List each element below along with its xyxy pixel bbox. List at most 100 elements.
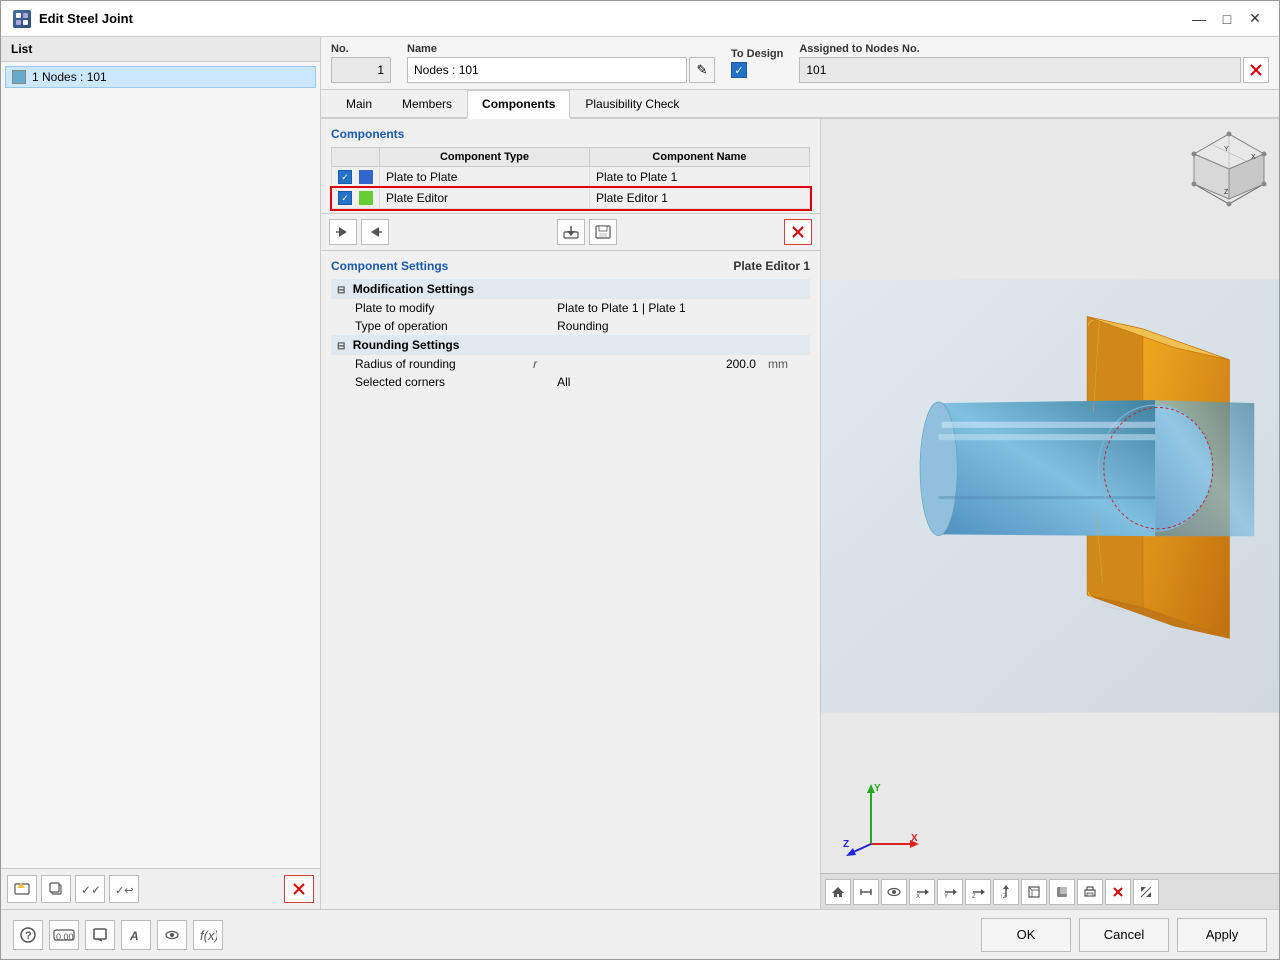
assigned-clear-button[interactable] <box>1243 57 1269 83</box>
no-label: No. <box>331 43 391 55</box>
assigned-group: Assigned to Nodes No. <box>799 43 1269 83</box>
delete-left-button[interactable] <box>284 875 314 903</box>
svg-text:Z: Z <box>843 839 849 850</box>
to-design-checkbox[interactable]: ✓ <box>731 62 747 78</box>
svg-text:?: ? <box>25 930 32 942</box>
ok-button[interactable]: OK <box>981 918 1071 952</box>
vp-z-arrow-button[interactable]: Z <box>965 879 991 905</box>
bottom-left-buttons: ? 0.00 A f(x) <box>13 920 223 950</box>
navigation-cube[interactable]: Y X Z <box>1189 129 1269 209</box>
col-check <box>332 148 380 167</box>
name-field-group: Name ✎ <box>407 43 715 83</box>
check-back-button[interactable]: ✓↩ <box>109 875 139 903</box>
settings-section: Component Settings Plate Editor 1 ⊟ Modi… <box>321 251 820 909</box>
list-item-color <box>12 70 26 84</box>
value-format-button[interactable]: 0.00 <box>49 920 79 950</box>
tab-members[interactable]: Members <box>387 90 467 119</box>
components-toolbar <box>321 214 820 251</box>
center-panel: Components Component Type Component Name <box>321 119 821 909</box>
tab-plausibility[interactable]: Plausibility Check <box>570 90 694 119</box>
vp-expand-button[interactable] <box>1133 879 1159 905</box>
radius-symbol: r <box>527 355 551 373</box>
main-window: Edit Steel Joint — □ ✕ List 1 Nodes : 10… <box>0 0 1280 960</box>
radius-unit: mm <box>762 355 810 373</box>
maximize-button[interactable]: □ <box>1215 7 1239 31</box>
svg-text:✓✓: ✓✓ <box>81 883 99 897</box>
to-design-group: To Design ✓ <box>731 48 783 78</box>
components-title: Components <box>331 127 810 141</box>
add-button[interactable] <box>7 875 37 903</box>
title-bar: Edit Steel Joint — □ ✕ <box>1 1 1279 37</box>
no-input[interactable] <box>331 57 391 83</box>
delete-component-button[interactable] <box>784 219 812 245</box>
no-field-group: No. <box>331 43 391 83</box>
check-all-button[interactable]: ✓✓ <box>75 875 105 903</box>
viewport[interactable]: Y X Z <box>821 119 1279 909</box>
name-with-btn: ✎ <box>407 57 715 83</box>
cancel-button[interactable]: Cancel <box>1079 918 1169 952</box>
settings-group-2: ⊟ Rounding Settings <box>331 335 810 355</box>
collapse-icon-2[interactable]: ⊟ <box>337 341 345 352</box>
list-item[interactable]: 1 Nodes : 101 <box>5 66 316 88</box>
component-row-1[interactable]: ✓ Plate to Plate Plate to Plate 1 <box>332 167 810 188</box>
plate-modify-unit <box>762 299 810 317</box>
move-down-button[interactable] <box>361 219 389 245</box>
vp-arrow-right-button[interactable]: X <box>909 879 935 905</box>
component-row-2[interactable]: ✓ Plate Editor Plate Editor 1 <box>332 188 810 209</box>
move-up-button[interactable] <box>329 219 357 245</box>
svg-text:A: A <box>129 929 139 943</box>
operation-unit <box>762 317 810 335</box>
title-controls: — □ ✕ <box>1187 7 1267 31</box>
vp-print-button[interactable] <box>1077 879 1103 905</box>
name-input[interactable] <box>407 57 687 83</box>
list-area: 1 Nodes : 101 <box>1 62 320 868</box>
vp-home-button[interactable] <box>825 879 851 905</box>
svg-text:✓↩: ✓↩ <box>115 885 133 897</box>
settings-row-corners: Selected corners All <box>331 373 810 391</box>
assigned-input[interactable] <box>799 57 1241 83</box>
apply-button[interactable]: Apply <box>1177 918 1267 952</box>
collapse-icon-1[interactable]: ⊟ <box>337 285 345 296</box>
save-component-button[interactable] <box>589 219 617 245</box>
assigned-row <box>799 57 1269 83</box>
cube-nav-svg: Y X Z <box>1189 129 1269 209</box>
list-item-text: 1 Nodes : 101 <box>32 70 107 84</box>
close-button[interactable]: ✕ <box>1243 7 1267 31</box>
tab-main[interactable]: Main <box>331 90 387 119</box>
vp-upz-button[interactable]: ↑Z <box>993 879 1019 905</box>
minimize-button[interactable]: — <box>1187 7 1211 31</box>
assigned-label: Assigned to Nodes No. <box>799 43 1269 55</box>
help-button[interactable]: ? <box>13 920 43 950</box>
comp-name-2: Plate Editor 1 <box>589 188 809 209</box>
axes-svg: Y X Z <box>841 779 921 859</box>
comp-checkbox-2[interactable]: ✓ <box>338 191 352 205</box>
tab-components[interactable]: Components <box>467 90 570 119</box>
comp-check-2: ✓ <box>332 188 380 209</box>
main-content: List 1 Nodes : 101 ✓✓ ✓↩ <box>1 37 1279 909</box>
settings-subtitle: Plate Editor 1 <box>733 259 810 273</box>
plate-modify-value: Plate to Plate 1 | Plate 1 <box>551 299 762 317</box>
name-edit-button[interactable]: ✎ <box>689 57 715 83</box>
vp-y-arrow-button[interactable]: Y <box>937 879 963 905</box>
copy-button[interactable] <box>41 875 71 903</box>
vp-eye-button[interactable] <box>881 879 907 905</box>
vp-box-button[interactable] <box>1021 879 1047 905</box>
import-button[interactable] <box>557 219 585 245</box>
display-button[interactable] <box>85 920 115 950</box>
bottom-bar: ? 0.00 A f(x) OK Cancel Apply <box>1 909 1279 959</box>
view-settings-button[interactable] <box>157 920 187 950</box>
vp-settings-button[interactable] <box>1105 879 1131 905</box>
name-label: Name <box>407 43 715 55</box>
bottom-right-buttons: OK Cancel Apply <box>981 918 1267 952</box>
list-header: List <box>1 37 320 62</box>
components-section: Components Component Type Component Name <box>321 119 820 214</box>
settings-row-radius: Radius of rounding r 200.0 mm <box>331 355 810 373</box>
annotations-button[interactable]: A <box>121 920 151 950</box>
vp-solid-button[interactable] <box>1049 879 1075 905</box>
components-table: Component Type Component Name ✓ <box>331 147 810 209</box>
scene-svg <box>821 119 1279 873</box>
formula-button[interactable]: f(x) <box>193 920 223 950</box>
app-icon <box>13 10 31 28</box>
comp-checkbox-1[interactable]: ✓ <box>338 170 352 184</box>
vp-measure-button[interactable] <box>853 879 879 905</box>
